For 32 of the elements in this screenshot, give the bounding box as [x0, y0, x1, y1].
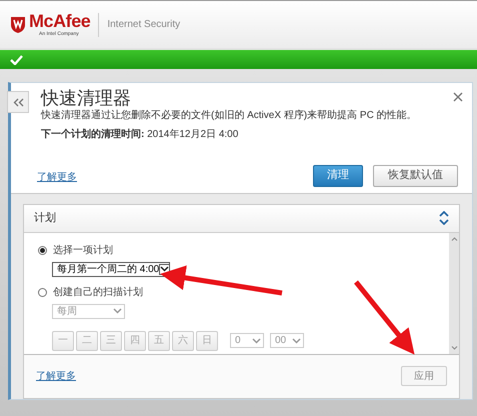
radio-button[interactable]	[38, 246, 47, 255]
scrollbar[interactable]	[449, 232, 459, 354]
hour-dropdown[interactable]: 0	[230, 333, 264, 348]
check-icon	[10, 54, 23, 64]
radio-label: 选择一项计划	[53, 244, 113, 258]
learn-more-link[interactable]: 了解更多	[36, 368, 76, 384]
next-cleaning-time: 下一个计划的清理时间: 2014年12月2日 4:00	[40, 128, 240, 142]
chevron-up-down-icon	[439, 211, 449, 226]
caret-icon	[113, 308, 122, 314]
product-name: Internet Security	[107, 18, 180, 32]
learn-more-link[interactable]: 了解更多	[37, 170, 77, 185]
restore-defaults-button[interactable]: 恢复默认值	[373, 164, 458, 187]
back-button[interactable]	[7, 91, 29, 113]
radio-label: 创建自己的扫描计划	[53, 286, 143, 300]
brand-name: McAfee	[29, 12, 90, 30]
caret-icon	[252, 338, 261, 344]
caret-icon	[160, 266, 170, 272]
clean-button[interactable]: 清理	[313, 164, 363, 187]
close-icon	[453, 92, 463, 102]
schedule-dropdown[interactable]: 每月第一个周二的 4:00	[52, 262, 170, 277]
close-button[interactable]	[452, 91, 464, 103]
shield-logo-icon	[10, 16, 26, 34]
scroll-up-icon	[450, 236, 458, 241]
double-chevron-left-icon	[12, 98, 24, 106]
panel-description: 快速清理器通过让您删除不必要的文件(如旧的 ActiveX 程序)来帮助提高 PC 的性能。	[40, 109, 418, 122]
caret-icon	[292, 338, 301, 344]
panel-title: 快速清理器	[40, 87, 132, 109]
radio-button[interactable]	[38, 288, 47, 297]
scroll-down-icon	[450, 346, 458, 350]
schedule-dropdown[interactable]: 每周	[52, 304, 125, 319]
minute-dropdown[interactable]: 00	[270, 333, 304, 348]
schedule-title: 计划	[34, 210, 56, 226]
